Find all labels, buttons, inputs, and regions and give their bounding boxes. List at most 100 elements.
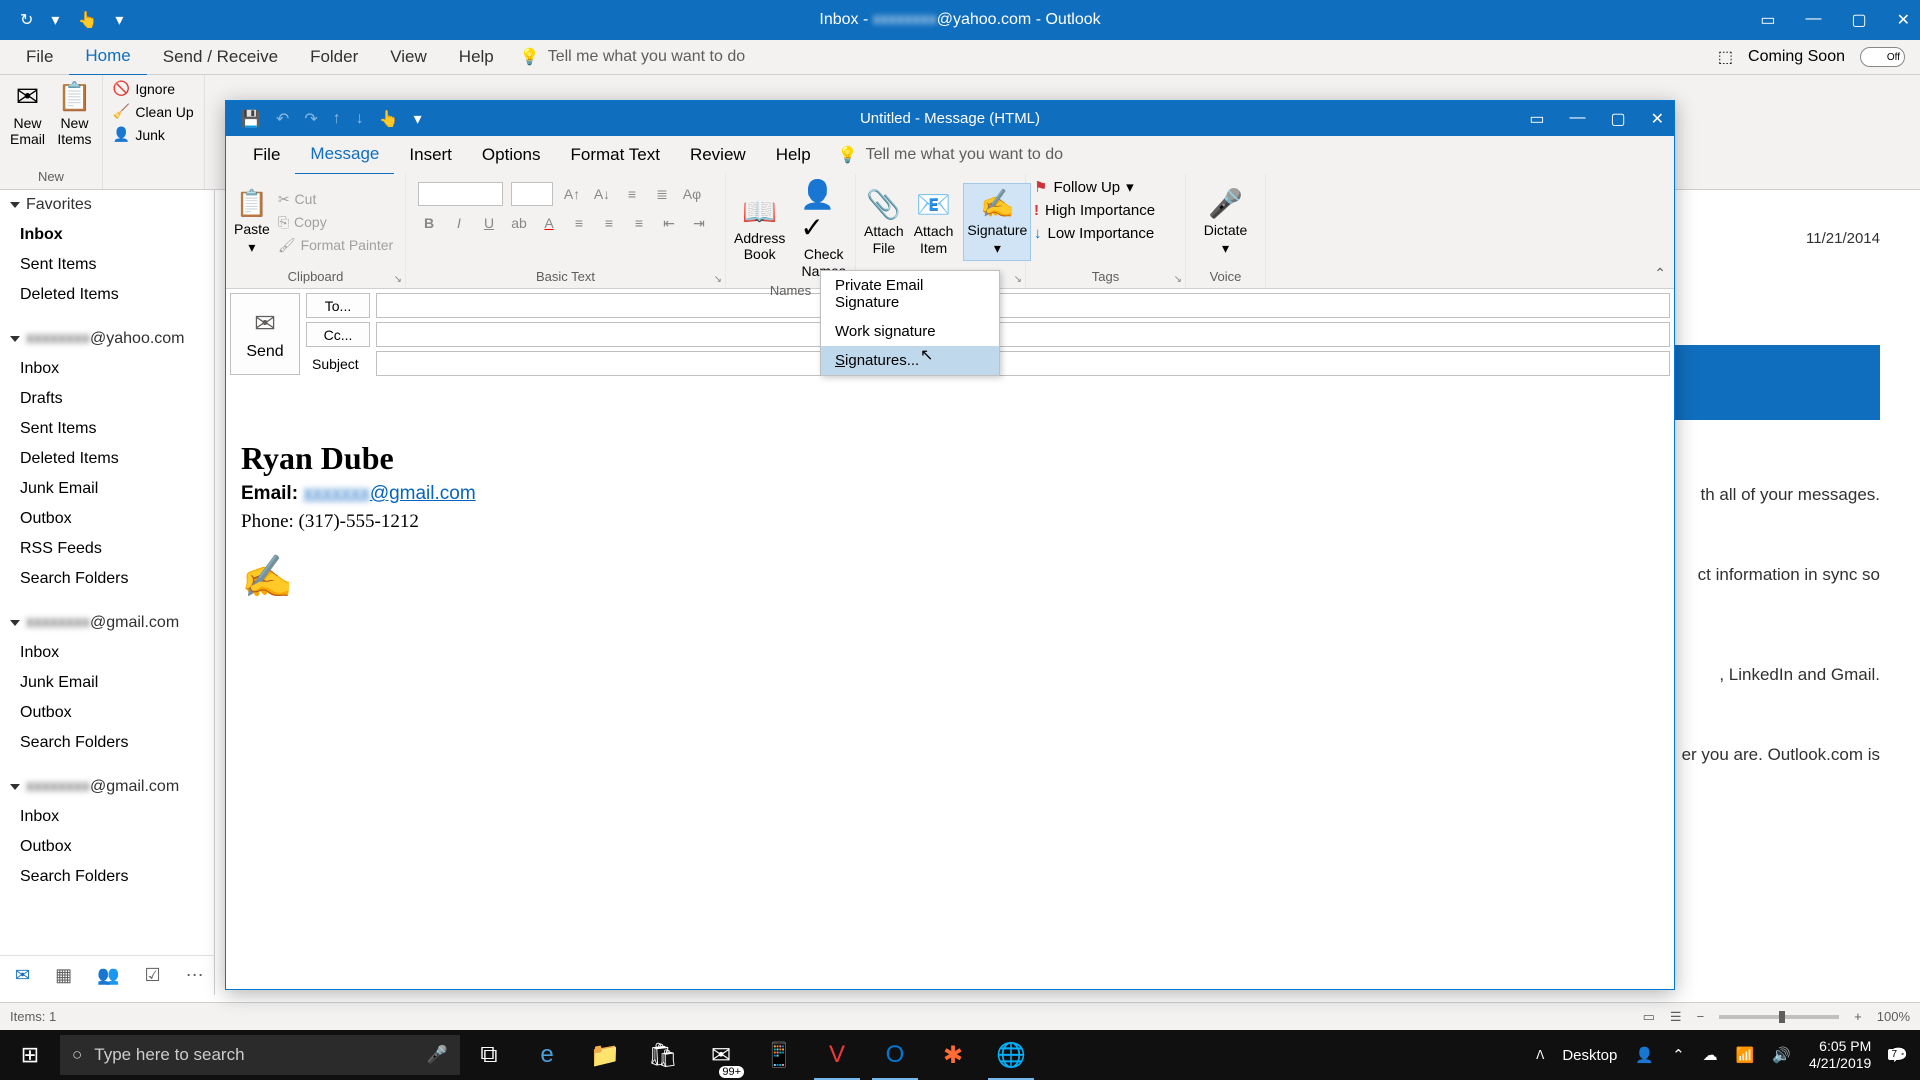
to-button[interactable]: To... — [306, 293, 370, 318]
compose-ribbon-display-icon[interactable]: ▭ — [1529, 109, 1544, 129]
compose-tellme[interactable]: 💡 Tell me what you want to do — [838, 145, 1063, 165]
bold-button[interactable]: B — [418, 212, 440, 234]
compose-close-icon[interactable]: ✕ — [1651, 109, 1664, 129]
sidebar-search-2[interactable]: Search Folders — [0, 728, 214, 758]
explorer-icon[interactable]: 📁 — [576, 1030, 634, 1080]
compose-minimize-icon[interactable]: — — [1569, 109, 1585, 129]
touch-mode-icon[interactable]: 👆 — [77, 10, 97, 30]
more-nav-icon[interactable]: ⋯ — [186, 965, 204, 986]
prev-icon[interactable]: ↑ — [333, 110, 341, 128]
edge-icon[interactable]: e — [518, 1030, 576, 1080]
tray-expand-icon[interactable]: ⌃ — [1672, 1046, 1685, 1064]
numbering-icon[interactable]: ≣ — [651, 183, 673, 205]
check-names-button[interactable]: 👤✓ Check Names — [800, 178, 847, 280]
grow-font-icon[interactable]: A↑ — [561, 183, 583, 205]
sidebar-outbox-3[interactable]: Outbox — [0, 832, 214, 862]
sidebar-search-3[interactable]: Search Folders — [0, 862, 214, 892]
compose-tab-help[interactable]: Help — [761, 136, 826, 174]
basic-text-launcher-icon[interactable]: ↘ — [714, 274, 722, 285]
compose-tab-message[interactable]: Message — [295, 135, 394, 175]
compose-tab-review[interactable]: Review — [675, 136, 761, 174]
increase-indent-icon[interactable]: ⇥ — [688, 212, 710, 234]
low-importance-button[interactable]: ↓Low Importance — [1034, 225, 1154, 242]
subject-input[interactable] — [376, 351, 1670, 376]
follow-up-button[interactable]: ⚑Follow Up▾ — [1034, 178, 1134, 196]
signature-button[interactable]: ✍ Signature ▾ — [963, 183, 1031, 262]
action-center-icon[interactable]: 💬7 — [1889, 1046, 1908, 1064]
align-center-icon[interactable]: ≡ — [598, 212, 620, 234]
task-view-icon[interactable]: ⧉ — [460, 1030, 518, 1080]
sidebar-search-1[interactable]: Search Folders — [0, 564, 214, 594]
attach-file-button[interactable]: 📎 Attach File — [864, 188, 904, 257]
qat-more-icon[interactable]: ▾ — [115, 10, 123, 30]
calendar-nav-icon[interactable]: ▦ — [55, 965, 72, 986]
ignore-button[interactable]: 🚫Ignore — [113, 80, 175, 97]
sidebar-drafts-1[interactable]: Drafts — [0, 384, 214, 414]
desktop-label[interactable]: Desktop — [1562, 1047, 1617, 1064]
tab-view[interactable]: View — [374, 39, 443, 75]
sidebar-deleted-1[interactable]: Deleted Items — [0, 444, 214, 474]
high-importance-button[interactable]: !High Importance — [1034, 202, 1155, 219]
sidebar-deleted-fav[interactable]: Deleted Items — [0, 280, 214, 310]
mail-app-icon[interactable]: ✉99+ — [692, 1030, 750, 1080]
font-family-input[interactable] — [418, 182, 503, 206]
compose-body[interactable]: Ryan Dube Email: xxxxxxx@gmail.com Phone… — [226, 380, 1674, 632]
compose-tab-format[interactable]: Format Text — [556, 136, 675, 174]
sidebar-inbox-fav[interactable]: Inbox — [0, 220, 214, 250]
taskbar-clock[interactable]: 6:05 PM 4/21/2019 — [1809, 1038, 1871, 1072]
app-icon-1[interactable]: ✱ — [924, 1030, 982, 1080]
sidebar-sent-1[interactable]: Sent Items — [0, 414, 214, 444]
tags-launcher-icon[interactable]: ↘ — [1174, 274, 1182, 285]
junk-button[interactable]: 👤Junk — [113, 126, 165, 143]
mic-icon[interactable]: 🎤 — [427, 1045, 448, 1065]
signature-email-link[interactable]: xxxxxxx@gmail.com — [303, 483, 475, 504]
tasks-nav-icon[interactable]: ☑ — [145, 965, 161, 986]
account1-header[interactable]: xxxxxxxx@yahoo.com — [0, 324, 214, 354]
tab-send-receive[interactable]: Send / Receive — [147, 39, 294, 75]
compose-tab-options[interactable]: Options — [467, 136, 556, 174]
sidebar-outbox-1[interactable]: Outbox — [0, 504, 214, 534]
collapse-ribbon-icon[interactable]: ⌃ — [1654, 265, 1666, 282]
close-icon[interactable]: ✕ — [1897, 10, 1910, 30]
format-painter-button[interactable]: 🖌Format Painter — [278, 237, 393, 254]
sidebar-inbox-1[interactable]: Inbox — [0, 354, 214, 384]
people-tray-icon[interactable]: 👤 — [1635, 1046, 1654, 1064]
cc-input[interactable] — [376, 322, 1670, 347]
dictate-button[interactable]: 🎤 Dictate ▾ — [1204, 187, 1248, 258]
address-book-button[interactable]: 📖 Address Book — [734, 195, 785, 264]
sidebar-inbox-2[interactable]: Inbox — [0, 638, 214, 668]
tab-folder[interactable]: Folder — [294, 39, 374, 75]
cc-button[interactable]: Cc... — [306, 322, 370, 347]
view-reading-icon[interactable]: ☰ — [1670, 1009, 1682, 1025]
highlight-icon[interactable]: ab — [508, 212, 530, 234]
minimize-icon[interactable]: — — [1805, 10, 1821, 30]
account2-header[interactable]: xxxxxxxx@gmail.com — [0, 608, 214, 638]
sidebar-junk-2[interactable]: Junk Email — [0, 668, 214, 698]
next-icon[interactable]: ↓ — [356, 110, 364, 128]
volume-icon[interactable]: 🔊 — [1772, 1046, 1791, 1064]
new-items-button[interactable]: 📋 New Items — [57, 80, 92, 147]
qat-dropdown-icon[interactable]: ▾ — [51, 10, 59, 30]
account3-header[interactable]: xxxxxxxx@gmail.com — [0, 772, 214, 802]
start-button[interactable]: ⊞ — [0, 1030, 60, 1080]
new-email-button[interactable]: ✉ New Email — [10, 80, 45, 147]
chrome-icon[interactable]: 🌐 — [982, 1030, 1040, 1080]
attach-item-button[interactable]: 📧 Attach Item — [914, 188, 954, 257]
compose-qat-more-icon[interactable]: ▾ — [414, 109, 422, 129]
decrease-indent-icon[interactable]: ⇤ — [658, 212, 680, 234]
favorites-header[interactable]: Favorites — [0, 190, 214, 220]
align-left-icon[interactable]: ≡ — [568, 212, 590, 234]
redo-icon[interactable]: ↷ — [304, 109, 317, 129]
sidebar-inbox-3[interactable]: Inbox — [0, 802, 214, 832]
include-launcher-icon[interactable]: ↘ — [1014, 274, 1022, 285]
store-icon[interactable]: 🛍 — [634, 1030, 692, 1080]
tab-home[interactable]: Home — [69, 38, 146, 76]
coming-soon-toggle[interactable]: Off — [1860, 47, 1905, 67]
cut-button[interactable]: ✂Cut — [278, 191, 393, 208]
sidebar-rss-1[interactable]: RSS Feeds — [0, 534, 214, 564]
cleanup-button[interactable]: 🧹Clean Up — [113, 103, 194, 120]
taskbar-search[interactable]: ○ Type here to search 🎤 — [60, 1035, 460, 1075]
refresh-icon[interactable]: ↻ — [20, 10, 33, 30]
compose-maximize-icon[interactable]: ▢ — [1610, 109, 1625, 129]
ribbon-display-icon[interactable]: ▭ — [1760, 10, 1775, 30]
